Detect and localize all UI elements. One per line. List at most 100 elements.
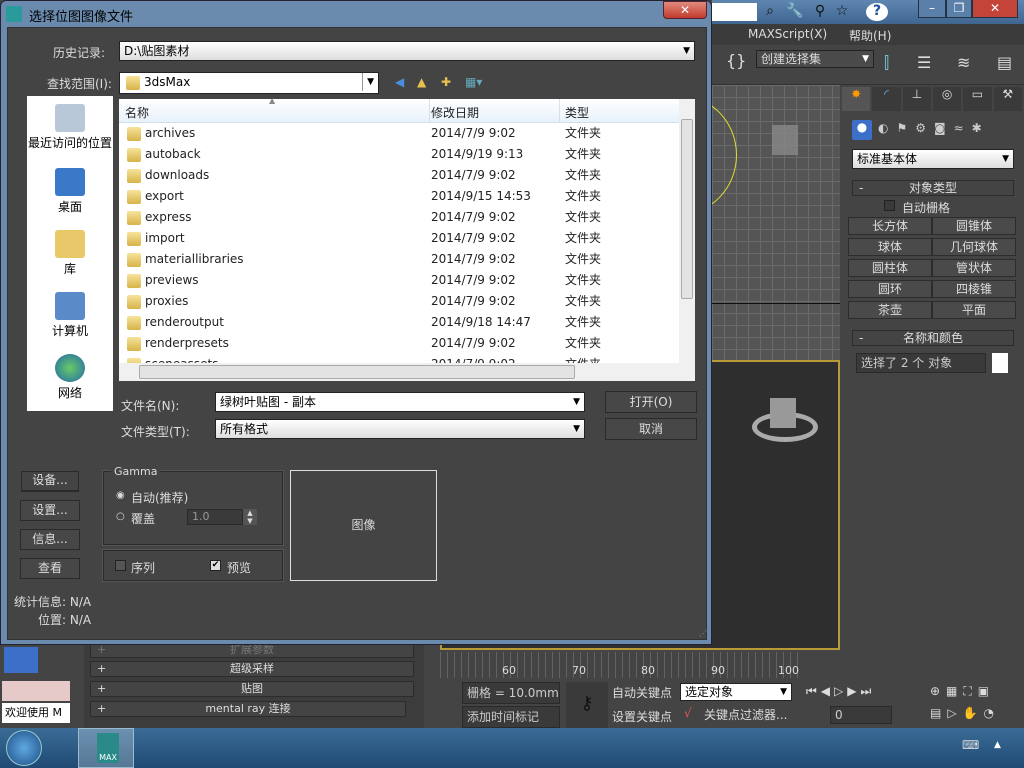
column-type[interactable]: 类型: [565, 104, 589, 121]
name-color-rollout[interactable]: - 名称和颜色: [852, 330, 1014, 346]
named-selection-icon[interactable]: {}: [726, 51, 746, 70]
taskbar-3dsmax[interactable]: MAX: [78, 728, 134, 768]
file-row[interactable]: materiallibraries 2014/7/9 9:02 文件夹: [119, 249, 679, 270]
named-selection-dropdown[interactable]: 创建选择集 ▼: [756, 50, 874, 68]
menu-maxscript[interactable]: MAXScript(X): [748, 27, 827, 41]
filename-input[interactable]: 绿树叶贴图 - 副本 ▼: [215, 392, 585, 412]
place-desktop[interactable]: 桌面: [27, 168, 113, 215]
place-computer[interactable]: 计算机: [27, 292, 113, 339]
preview-checkbox[interactable]: ✔: [210, 560, 221, 571]
object-type-rollout[interactable]: - 对象类型: [852, 180, 1014, 196]
create-tab-icon[interactable]: ✸: [842, 87, 871, 111]
tube-button[interactable]: 管状体: [932, 259, 1016, 277]
column-name[interactable]: 名称: [125, 104, 149, 121]
keyboard-icon[interactable]: ⌨: [962, 738, 979, 752]
modify-tab-icon[interactable]: ◜: [872, 87, 901, 111]
rollout-supersampling[interactable]: + 超级采样: [90, 661, 414, 677]
layer-manager-icon[interactable]: ≋: [957, 53, 970, 72]
file-row[interactable]: renderoutput 2014/9/18 14:47 文件夹: [119, 312, 679, 333]
hierarchy-tab-icon[interactable]: ⊥: [902, 87, 931, 111]
maxscript-listener-pink[interactable]: [2, 681, 70, 701]
dialog-close-button[interactable]: ✕: [663, 1, 707, 19]
start-button[interactable]: [6, 730, 42, 766]
sequence-checkbox[interactable]: [115, 560, 126, 571]
up-folder-icon[interactable]: ▲: [417, 75, 426, 89]
file-row[interactable]: renderpresets 2014/7/9 9:02 文件夹: [119, 333, 679, 354]
rollout-maps[interactable]: + 贴图: [90, 681, 414, 697]
rollout-mental-ray[interactable]: + mental ray 连接: [90, 701, 406, 717]
file-row[interactable]: downloads 2014/7/9 9:02 文件夹: [119, 165, 679, 186]
view-button[interactable]: 查看: [20, 558, 80, 579]
viewport-layout-icon[interactable]: [4, 647, 38, 673]
key-filters-button[interactable]: 关键点过滤器...: [704, 706, 787, 723]
setup-button[interactable]: 设置...: [20, 500, 80, 521]
column-date[interactable]: 修改日期: [431, 104, 479, 121]
file-row[interactable]: import 2014/7/9 9:02 文件夹: [119, 228, 679, 249]
add-time-tag[interactable]: 添加时间标记: [462, 706, 560, 728]
file-row[interactable]: previews 2014/7/9 9:02 文件夹: [119, 270, 679, 291]
viewport-top[interactable]: [622, 85, 840, 360]
align-icon[interactable]: ☰: [917, 53, 931, 72]
search-field[interactable]: [712, 3, 757, 21]
binoculars-icon[interactable]: ⌕: [760, 3, 780, 21]
menu-help[interactable]: 帮助(H): [849, 27, 891, 44]
resize-grip-icon[interactable]: ⋰: [699, 629, 707, 638]
help-icon[interactable]: ?: [866, 3, 888, 21]
file-row[interactable]: archives 2014/7/9 9:02 文件夹: [119, 123, 679, 144]
object-name-field[interactable]: 选择了 2 个 对象: [856, 353, 986, 373]
category-dropdown[interactable]: 标准基本体 ▼: [852, 149, 1014, 169]
gamma-spinner[interactable]: ▲ ▼: [243, 509, 257, 525]
file-row[interactable]: export 2014/9/15 14:53 文件夹: [119, 186, 679, 207]
place-network[interactable]: 网络: [27, 354, 113, 401]
place-recent[interactable]: 最近访问的位置: [27, 104, 113, 151]
gamma-override-radio[interactable]: ○: [116, 511, 125, 522]
sphere-button[interactable]: 球体: [848, 238, 932, 256]
utilities-tab-icon[interactable]: ⚒: [993, 87, 1022, 111]
set-key-button[interactable]: 设置关键点: [612, 708, 672, 725]
motion-tab-icon[interactable]: ◎: [932, 87, 962, 111]
vertical-scroll-thumb[interactable]: [681, 119, 693, 299]
mirror-icon[interactable]: ⫿: [884, 53, 889, 73]
geosphere-button[interactable]: 几何球体: [932, 238, 1016, 256]
frame-field[interactable]: 0: [830, 706, 892, 724]
satellite-icon[interactable]: ⚲: [810, 3, 830, 21]
place-libraries[interactable]: 库: [27, 230, 113, 277]
vertical-scrollbar[interactable]: [679, 99, 695, 363]
file-row[interactable]: express 2014/7/9 9:02 文件夹: [119, 207, 679, 228]
auto-key-button[interactable]: 自动关键点: [612, 684, 672, 701]
playback-controls[interactable]: ⏮◀▷▶⏭: [806, 684, 875, 699]
cancel-button[interactable]: 取消: [605, 418, 697, 440]
back-icon[interactable]: ◀: [395, 75, 404, 89]
horizontal-scrollbar[interactable]: [119, 363, 695, 381]
file-list[interactable]: 名称 ▲ 修改日期 类型 archives 2014/7/9 9:02 文件夹 aut…: [119, 96, 695, 381]
devices-button[interactable]: 设备...: [21, 471, 79, 492]
box-button[interactable]: 长方体: [848, 217, 932, 235]
display-tab-icon[interactable]: ▭: [963, 87, 992, 111]
file-row[interactable]: proxies 2014/7/9 9:02 文件夹: [119, 291, 679, 312]
scene-explorer-icon[interactable]: ▤: [997, 53, 1012, 72]
restore-button[interactable]: ❐: [946, 0, 972, 18]
history-dropdown[interactable]: D:\贴图素材 ▼: [119, 41, 695, 61]
gamma-auto-radio[interactable]: ◉: [116, 490, 125, 501]
object-color-swatch[interactable]: [992, 353, 1008, 373]
geometry-icon[interactable]: ●: [852, 120, 872, 140]
curve-editor-icon[interactable]: √: [684, 706, 692, 720]
key-icon[interactable]: ⚷: [566, 682, 608, 728]
category-icons[interactable]: ◐⚑⚙◙≈✱: [878, 121, 990, 135]
auto-grid-checkbox[interactable]: [884, 200, 895, 211]
file-row[interactable]: autoback 2014/9/19 9:13 文件夹: [119, 144, 679, 165]
plane-button[interactable]: 平面: [932, 301, 1016, 319]
file-row[interactable]: sceneassets 2014/7/9 9:02 文件夹: [119, 354, 679, 363]
viewport-nav-icons-2[interactable]: ▤▷✋◔: [930, 706, 1000, 720]
cylinder-button[interactable]: 圆柱体: [848, 259, 932, 277]
star-icon[interactable]: ☆: [832, 3, 852, 21]
cone-button[interactable]: 圆锥体: [932, 217, 1016, 235]
info-button[interactable]: 信息...: [20, 529, 80, 550]
view-menu-icon[interactable]: ▦▾: [465, 75, 482, 89]
filetype-dropdown[interactable]: 所有格式 ▼: [215, 419, 585, 439]
close-button[interactable]: ✕: [972, 0, 1018, 18]
viewport-nav-icons[interactable]: ⊕▦⛶▣: [930, 684, 995, 699]
timeline-ruler[interactable]: [440, 652, 800, 678]
teapot-button[interactable]: 茶壶: [848, 301, 932, 319]
lookin-dropdown[interactable]: 3dsMax ▼: [119, 72, 379, 94]
